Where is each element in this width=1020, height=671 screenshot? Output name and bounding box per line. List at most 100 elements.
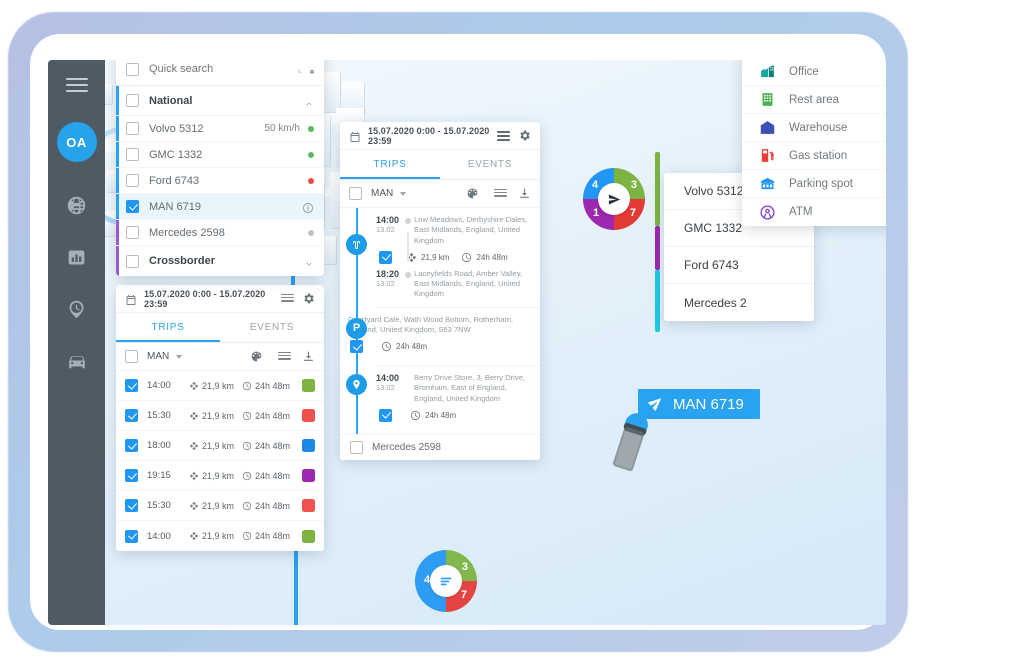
group-checkbox[interactable] — [126, 255, 139, 268]
object-row-mercedes-2598[interactable]: Mercedes 2598 — [116, 220, 324, 246]
trip-row[interactable]: 14:00 21,9 km 24h 48m — [116, 371, 324, 401]
row-checkbox[interactable] — [126, 122, 139, 135]
chevron-down-icon[interactable] — [176, 355, 182, 359]
search-icon[interactable] — [297, 62, 303, 77]
trip-row[interactable]: 18:00 21,9 km 24h 48m — [116, 431, 324, 461]
row-checkbox[interactable] — [126, 148, 139, 161]
palette-icon[interactable] — [250, 350, 263, 363]
list-icon[interactable] — [278, 352, 291, 362]
trip-distance: 21,9 km — [189, 381, 234, 391]
calendar-icon[interactable] — [349, 130, 361, 142]
vehicle-checkbox[interactable] — [349, 187, 362, 200]
trip-row[interactable]: 14:00 21,9 km 24h 48m — [116, 521, 324, 551]
gear-icon[interactable] — [302, 292, 315, 305]
selected-vehicle-label[interactable]: MAN 6719 — [638, 389, 760, 419]
trip-checkbox[interactable] — [125, 439, 138, 452]
truck-marker[interactable] — [606, 410, 656, 481]
trip-checkbox[interactable] — [125, 379, 138, 392]
object-row-volvo-5312[interactable]: Volvo 5312 50 km/h — [116, 116, 324, 142]
trip-row[interactable]: 15:30 21,9 km 24h 48m — [116, 491, 324, 521]
trips-date-header: 15.07.2020 0:00 - 15.07.2020 23:59 — [340, 122, 540, 150]
poi-row-atm[interactable]: ATM — [742, 198, 886, 226]
clock-pin-icon[interactable] — [64, 296, 90, 322]
search-input[interactable] — [149, 63, 291, 75]
poi-row-rest-area[interactable]: Rest area — [742, 86, 886, 114]
trip-checkbox[interactable] — [125, 499, 138, 512]
object-row-man-6719[interactable]: MAN 6719 — [116, 194, 324, 220]
trip-distance: 21,9 km — [189, 531, 234, 541]
cluster-count: 3 — [462, 561, 468, 573]
trip-checkbox[interactable] — [125, 530, 138, 543]
group-row-national[interactable]: National — [116, 86, 324, 116]
row-checkbox[interactable] — [350, 441, 363, 454]
row-checkbox[interactable] — [126, 200, 139, 213]
tab-events[interactable]: EVENTS — [220, 313, 324, 342]
trip-checkbox[interactable] — [379, 251, 392, 264]
calendar-icon[interactable] — [125, 293, 137, 305]
object-row-ford-6743[interactable]: Ford 6743 — [116, 168, 324, 194]
trip-color-swatch[interactable] — [302, 409, 315, 422]
parking-checkbox[interactable] — [350, 340, 363, 353]
info-icon[interactable] — [302, 201, 314, 213]
select-all-checkbox[interactable] — [126, 63, 139, 76]
trips-panel-left: 15.07.2020 0:00 - 15.07.2020 23:59 TRIPS… — [116, 285, 324, 551]
tab-trips[interactable]: TRIPS — [340, 150, 440, 179]
stop-checkbox[interactable] — [379, 409, 392, 422]
trip-color-swatch[interactable] — [302, 530, 315, 543]
chevron-down-icon[interactable] — [304, 256, 314, 266]
chart-icon[interactable] — [64, 244, 90, 270]
palette-icon[interactable] — [466, 187, 479, 200]
car-icon[interactable] — [64, 348, 90, 374]
group-color-bar — [116, 246, 119, 276]
object-row-gmc-1332[interactable]: GMC 1332 — [116, 142, 324, 168]
vehicle-checkbox[interactable] — [125, 350, 138, 363]
footer-object-row[interactable]: Mercedes 2598 — [340, 434, 540, 460]
row-checkbox[interactable] — [126, 226, 139, 239]
trip-time: 15:30 — [147, 500, 181, 511]
timeline-block-trip[interactable]: 14:00 13.02 Low Meadows, Derbyshire Dale… — [376, 208, 540, 308]
row-checkbox[interactable] — [126, 174, 139, 187]
poi-row-warehouse[interactable]: Warehouse — [742, 114, 886, 142]
trip-checkbox[interactable] — [125, 409, 138, 422]
download-icon[interactable] — [302, 350, 315, 363]
poi-row-gas-station[interactable]: Gas station — [742, 142, 886, 170]
hamburger-icon[interactable] — [66, 78, 88, 92]
stop-address: Berry Drive Store, 3, Berry Drive, Bromh… — [414, 373, 532, 404]
route-polyline — [655, 226, 660, 270]
list-item[interactable]: Ford 6743 — [664, 247, 814, 284]
list-item[interactable]: Mercedes 2 — [664, 284, 814, 321]
trip-color-swatch[interactable] — [302, 379, 315, 392]
group-label: National — [149, 95, 304, 107]
object-speed: 50 km/h — [264, 123, 300, 134]
map-cluster-marker[interactable]: 3 7 1 4 — [583, 168, 645, 230]
trip-color-swatch[interactable] — [302, 469, 315, 482]
trip-row[interactable]: 15:30 21,9 km 24h 48m — [116, 401, 324, 431]
chevron-down-icon[interactable] — [400, 192, 406, 196]
date-range-label: 15.07.2020 0:00 - 15.07.2020 23:59 — [144, 289, 277, 309]
list-icon[interactable] — [494, 189, 507, 199]
tab-events[interactable]: EVENTS — [440, 150, 540, 179]
tab-trips[interactable]: TRIPS — [116, 313, 220, 342]
gear-icon[interactable] — [309, 62, 315, 77]
trip-color-swatch[interactable] — [302, 499, 315, 512]
list-item-label: GMC 1332 — [684, 221, 742, 235]
list-icon[interactable] — [497, 131, 510, 141]
vehicle-name: MAN — [371, 188, 393, 199]
timeline-block-parking[interactable]: P Courtyard Cafe, Wath Wood Bottom, Roth… — [376, 308, 540, 367]
trip-time: 14:00 — [147, 531, 181, 542]
download-icon[interactable] — [518, 187, 531, 200]
trip-checkbox[interactable] — [125, 469, 138, 482]
poi-row-parking-spot[interactable]: Parking spot — [742, 170, 886, 198]
poi-row-office[interactable]: Office — [742, 60, 886, 86]
trip-row[interactable]: 19:15 21,9 km 24h 48m — [116, 461, 324, 491]
globe-icon[interactable] — [64, 192, 90, 218]
timeline-block-stop[interactable]: 14:00 13.02 Berry Drive Store, 3, Berry … — [376, 366, 540, 434]
list-icon[interactable] — [281, 294, 294, 304]
avatar[interactable]: OA — [57, 122, 97, 162]
map-cluster-marker[interactable]: 3 7 4 — [415, 550, 477, 612]
group-row-crossborder[interactable]: Crossborder — [116, 246, 324, 276]
group-checkbox[interactable] — [126, 94, 139, 107]
gear-icon[interactable] — [518, 129, 531, 142]
trip-color-swatch[interactable] — [302, 439, 315, 452]
chevron-up-icon[interactable] — [304, 96, 314, 106]
